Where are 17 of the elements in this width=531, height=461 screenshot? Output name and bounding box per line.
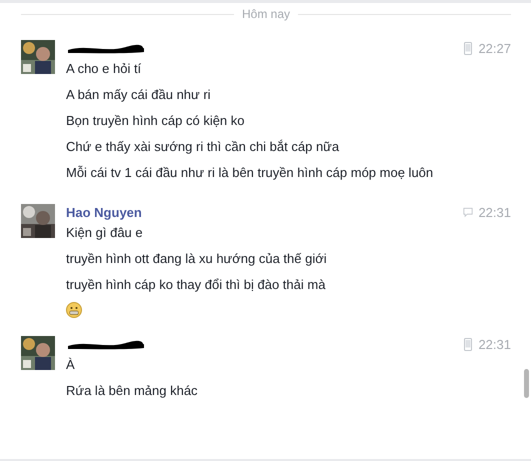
message-time: 22:27 — [478, 40, 511, 56]
date-divider-label: Hôm nay — [242, 7, 290, 21]
message-time: 22:31 — [478, 336, 511, 352]
message-text: À — [66, 356, 76, 373]
message-text: A bán mấy cái đầu như ri — [66, 86, 212, 103]
grimace-emoji-icon — [66, 302, 82, 318]
message-text: Kiện gì đâu e — [66, 224, 144, 241]
message-text: Bọn truyền hình cáp có kiện ko — [66, 112, 246, 129]
message-time: 22:31 — [478, 204, 511, 220]
message-text: Chứ e thấy xài sướng ri thì cần chi bắt cáp nữa — [66, 138, 340, 155]
message-text: truyền hình cáp ko thay đổi thì bị đào thải mà — [66, 276, 326, 293]
scrollbar-thumb[interactable] — [524, 369, 529, 398]
message-text: A cho e hỏi tí — [66, 60, 142, 77]
message-text: Rứa là bên mảng khác — [66, 382, 199, 399]
message-text: Mỗi cái tv 1 cái đầu như ri là bên truyền hình cáp móp moẹ luôn — [66, 164, 434, 181]
message-text: truyền hình ott đang là xu hướng của thế giới — [66, 250, 328, 267]
sender-name[interactable]: Hao Nguyen — [66, 204, 142, 220]
